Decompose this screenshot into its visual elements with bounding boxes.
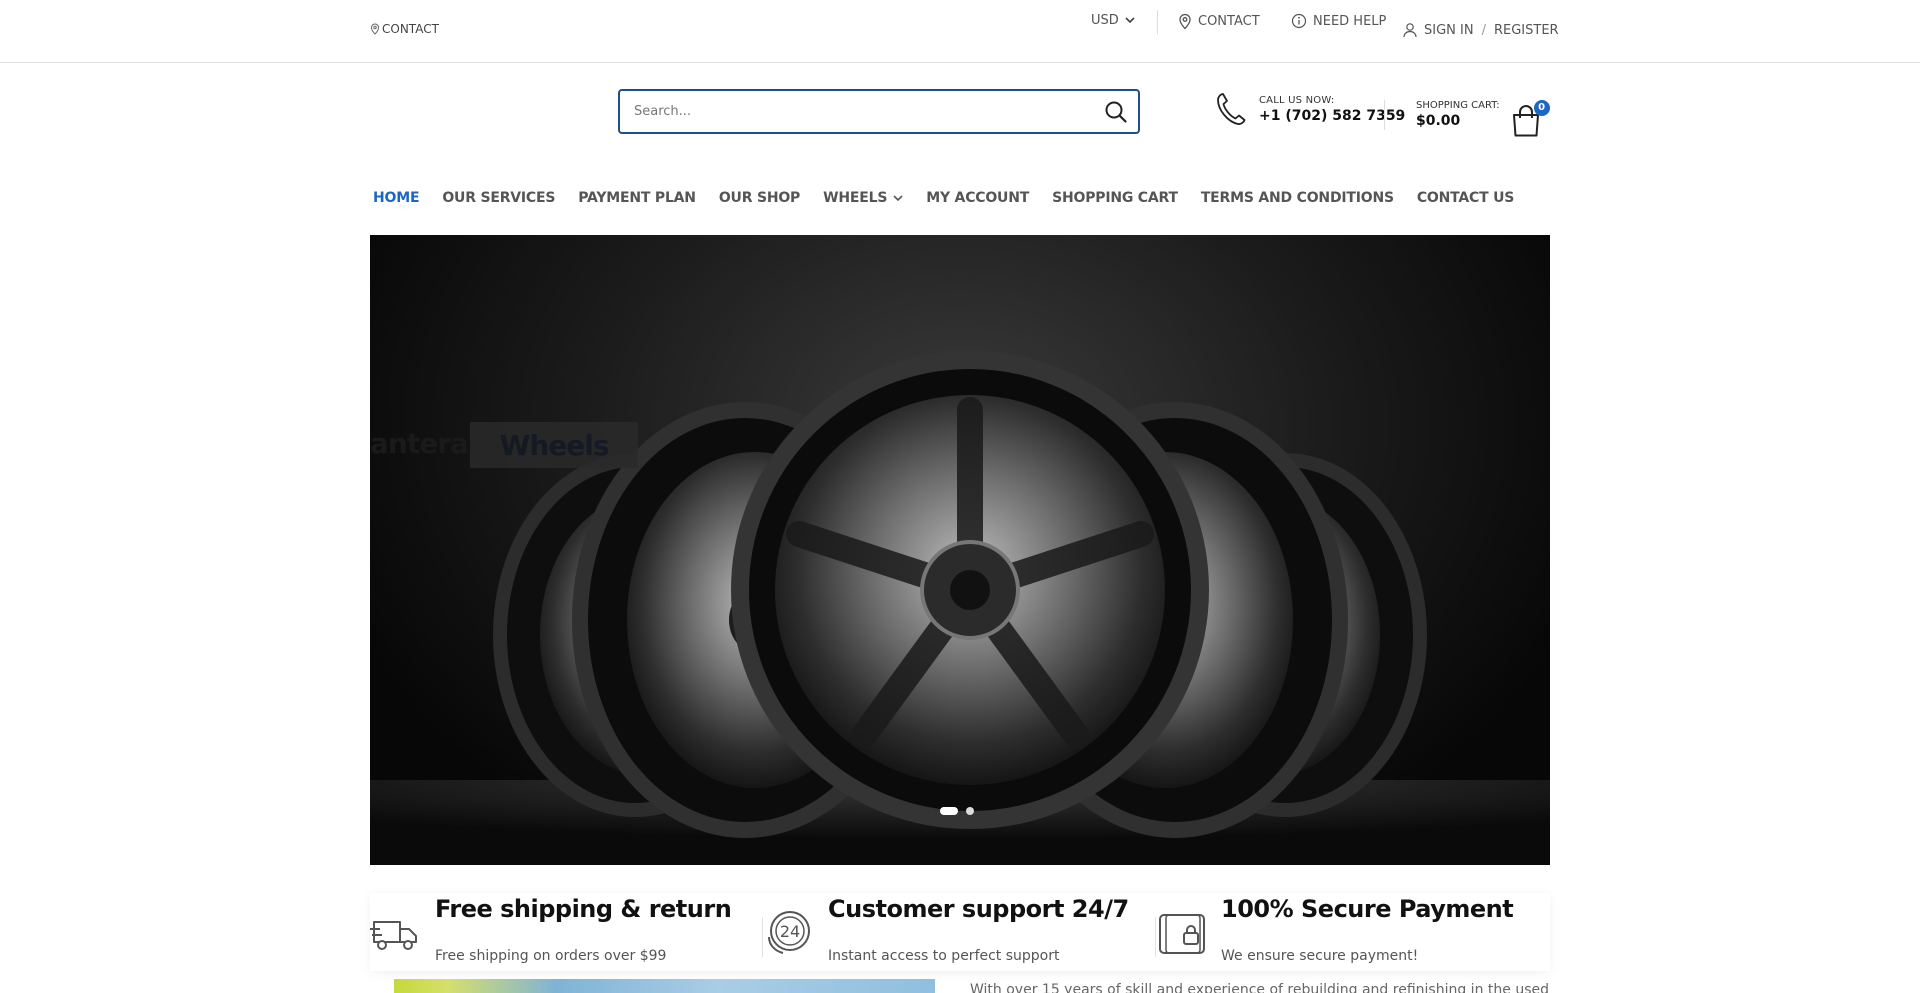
nav-item-label: OUR SERVICES: [442, 190, 556, 206]
search-box: [618, 89, 1140, 134]
header-cart[interactable]: SHOPPING CART: $0.00 0: [1416, 100, 1550, 140]
feature-shipping: Free shipping & return Free shipping on …: [370, 893, 760, 971]
support-24-icon: 24: [768, 911, 810, 954]
hero-button-label: Wheels: [499, 428, 609, 462]
user-icon: [1403, 23, 1417, 38]
cart-count-badge: 0: [1533, 100, 1550, 116]
header-divider: [1384, 100, 1385, 130]
nav-item-terms[interactable]: TERMS AND CONDITIONS: [1201, 190, 1394, 206]
cart-icon-wrapper[interactable]: 0: [1510, 100, 1550, 140]
feature-title: Customer support 24/7: [828, 895, 1129, 923]
nav-item-label: SHOPPING CART: [1052, 190, 1178, 206]
info-icon: [1291, 13, 1307, 29]
feature-title: 100% Secure Payment: [1221, 895, 1514, 923]
call-us-block: CALL US NOW: +1 (702) 582 7359: [1215, 92, 1405, 126]
nav-item-label: CONTACT US: [1416, 190, 1515, 206]
hero-brand-text: antera: [370, 427, 469, 460]
slider-dot-1[interactable]: [940, 807, 958, 815]
top-contact-link-left[interactable]: CONTACT: [370, 22, 439, 36]
features-bar: Free shipping & return Free shipping on …: [370, 893, 1550, 971]
feature-subtitle: Instant access to perfect support: [828, 948, 1060, 964]
search-input[interactable]: [634, 91, 1074, 132]
map-pin-icon: [370, 23, 380, 35]
nav-item-wheels[interactable]: WHEELS: [823, 190, 903, 206]
phone-icon: [1217, 93, 1246, 125]
top-contact-link[interactable]: CONTACT: [1178, 13, 1260, 30]
nav-item-label: MY ACCOUNT: [926, 190, 1030, 206]
nav-item-label: OUR SHOP: [718, 190, 801, 206]
slider-dot-2[interactable]: [966, 807, 974, 815]
wheel-center: [731, 351, 1209, 829]
feature-subtitle: Free shipping on orders over $99: [435, 948, 667, 964]
svg-text:24: 24: [780, 922, 800, 941]
top-contact-label-left: CONTACT: [382, 22, 439, 36]
nav-item-home[interactable]: HOME: [373, 190, 420, 206]
nav-item-label: WHEELS: [823, 190, 888, 206]
nav-item-label: PAYMENT PLAN: [578, 190, 696, 206]
feature-title: Free shipping & return: [435, 895, 732, 923]
cart-text: SHOPPING CART: $0.00: [1416, 100, 1500, 129]
topbar-divider: [1157, 10, 1158, 34]
hero-wheels-image: [370, 351, 1550, 865]
nav-item-shopping-cart[interactable]: SHOPPING CART: [1052, 190, 1178, 206]
account-separator: /: [1481, 22, 1486, 38]
chevron-down-icon: [893, 194, 903, 201]
about-image: [394, 979, 935, 993]
about-text: With over 15 years of skill and experien…: [970, 982, 1549, 993]
nav-item-contact-us[interactable]: CONTACT US: [1416, 190, 1515, 206]
nav-item-payment-plan[interactable]: PAYMENT PLAN: [578, 190, 696, 206]
need-help-link[interactable]: NEED HELP: [1291, 13, 1386, 29]
nav-item-our-shop[interactable]: OUR SHOP: [719, 190, 800, 206]
need-help-label: NEED HELP: [1313, 13, 1387, 29]
feature-support: 24 Customer support 24/7 Instant access …: [763, 893, 1153, 971]
nav-item-label: HOME: [373, 190, 420, 206]
main-nav: HOME OUR SERVICES PAYMENT PLAN OUR SHOP …: [373, 190, 1537, 206]
sign-in-link[interactable]: SIGN IN: [1424, 23, 1474, 38]
feature-secure-payment: 100% Secure Payment We ensure secure pay…: [1156, 893, 1550, 971]
wallet-lock-icon: [1159, 914, 1205, 954]
cart-total: $0.00: [1416, 113, 1461, 129]
top-bar: CONTACT USD CONTACT NEED HELP SIGN IN / …: [0, 0, 1920, 63]
account-links: SIGN IN / REGISTER: [1402, 22, 1559, 38]
chevron-down-icon: [1125, 17, 1135, 24]
hero-slider[interactable]: antera Wheels: [370, 235, 1550, 865]
currency-value: USD: [1091, 13, 1119, 28]
feature-subtitle: We ensure secure payment!: [1221, 948, 1419, 964]
hero-wheels-button[interactable]: Wheels: [470, 422, 638, 468]
nav-item-my-account[interactable]: MY ACCOUNT: [926, 190, 1029, 206]
nav-item-our-services[interactable]: OUR SERVICES: [442, 190, 555, 206]
map-pin-icon: [1179, 13, 1191, 30]
register-link[interactable]: REGISTER: [1494, 23, 1559, 38]
cart-label: SHOPPING CART:: [1416, 100, 1500, 111]
truck-icon: [370, 921, 417, 950]
nav-item-label: TERMS AND CONDITIONS: [1200, 190, 1394, 206]
slider-dots: [940, 807, 974, 815]
currency-select[interactable]: USD: [1091, 13, 1135, 28]
search-button[interactable]: [1104, 100, 1128, 124]
search-icon: [1105, 101, 1127, 123]
top-contact-label: CONTACT: [1198, 14, 1260, 29]
